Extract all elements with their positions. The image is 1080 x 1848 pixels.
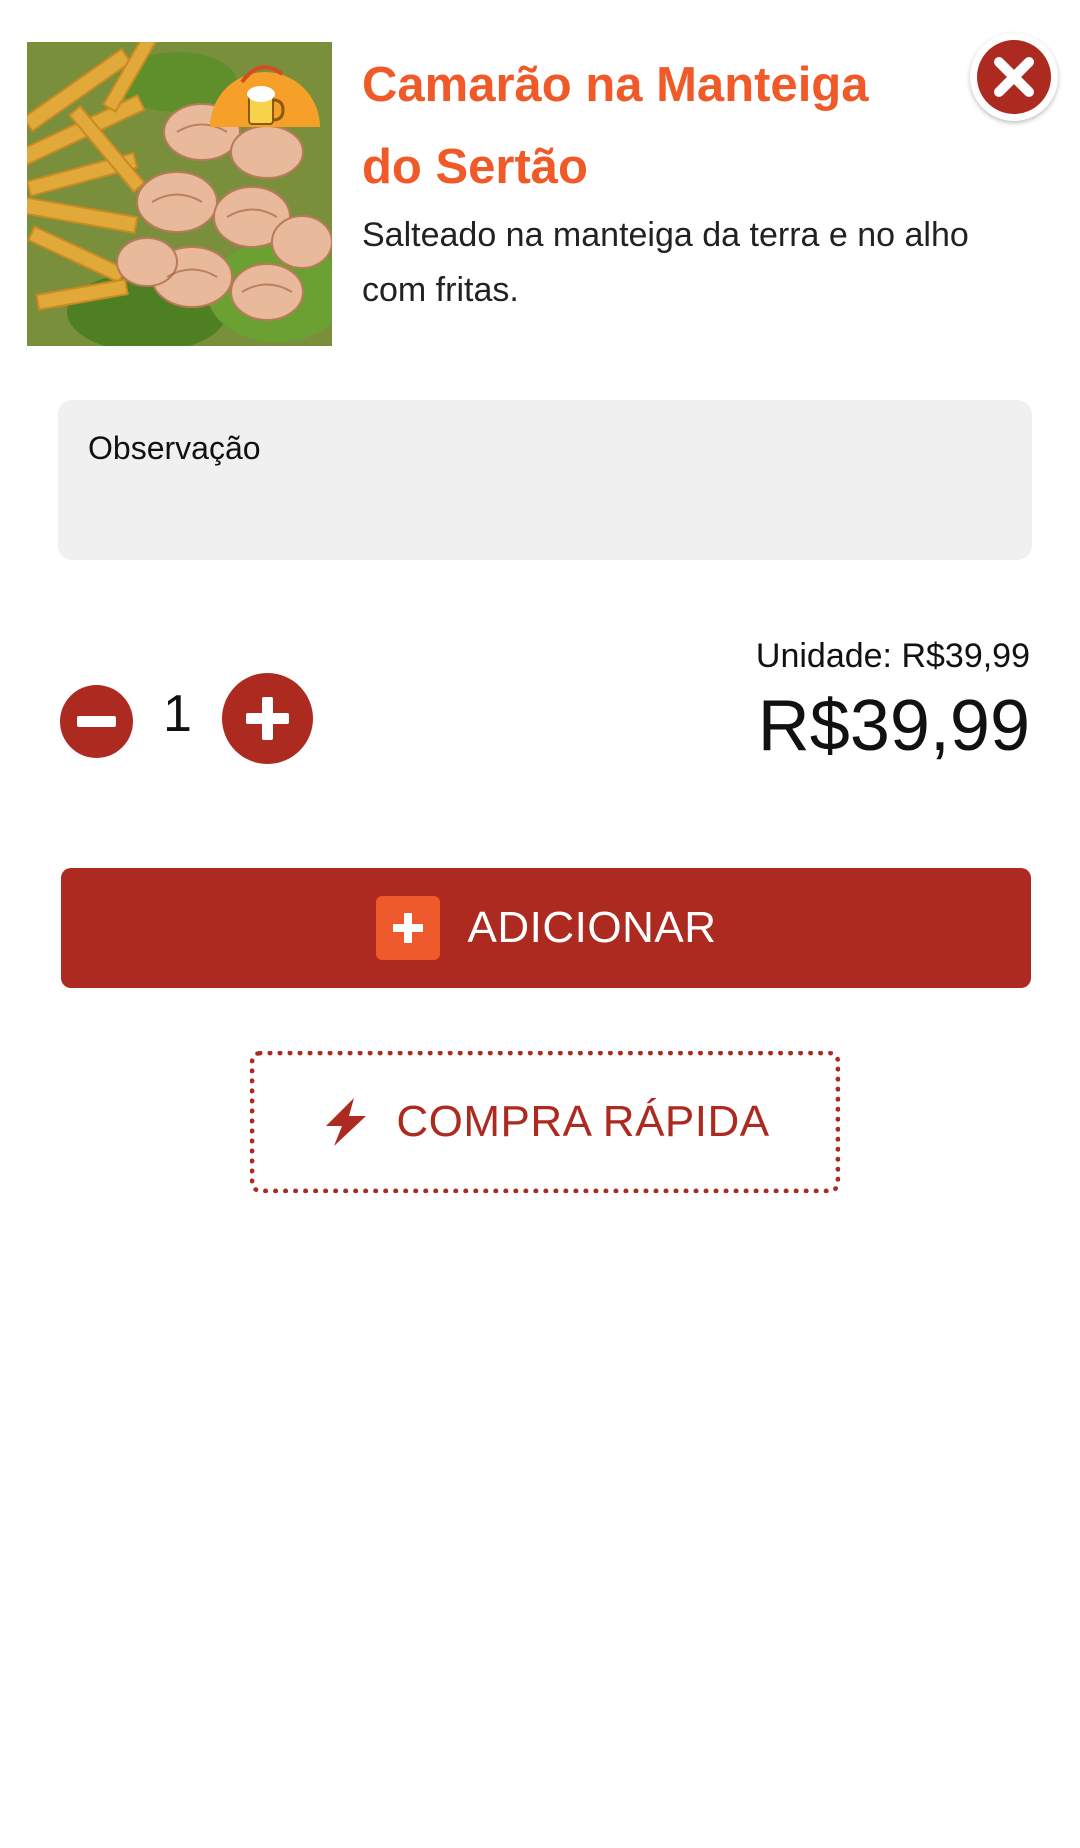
product-title: Camarão na Manteiga do Sertão <box>362 58 869 194</box>
total-price: R$39,99 <box>757 686 1030 766</box>
quantity-value: 1 <box>163 685 192 743</box>
lightning-bolt-icon <box>326 1098 367 1146</box>
product-detail-modal: Camarão na Manteiga do Sertão Salteado n… <box>0 0 1080 1848</box>
observation-input[interactable] <box>58 400 1032 560</box>
increase-quantity-button[interactable] <box>222 673 313 764</box>
product-photo <box>27 42 332 346</box>
add-to-cart-button[interactable]: ADICIONAR <box>61 868 1031 988</box>
close-button[interactable] <box>970 33 1058 121</box>
decrease-quantity-button[interactable] <box>60 685 133 758</box>
minus-circle-icon <box>77 716 116 727</box>
unit-price: Unidade: R$39,99 <box>755 637 1030 675</box>
quick-buy-button[interactable]: COMPRA RÁPIDA <box>250 1051 840 1193</box>
plus-circle-icon <box>246 697 289 740</box>
quick-buy-label: COMPRA RÁPIDA <box>396 1097 770 1146</box>
add-button-label: ADICIONAR <box>467 903 717 952</box>
close-circle-icon <box>977 40 1051 114</box>
shrimp-fries-photo-icon <box>27 42 332 346</box>
plus-square-icon <box>375 896 440 960</box>
product-description: Salteado na manteiga da terra e no alho … <box>362 216 969 309</box>
